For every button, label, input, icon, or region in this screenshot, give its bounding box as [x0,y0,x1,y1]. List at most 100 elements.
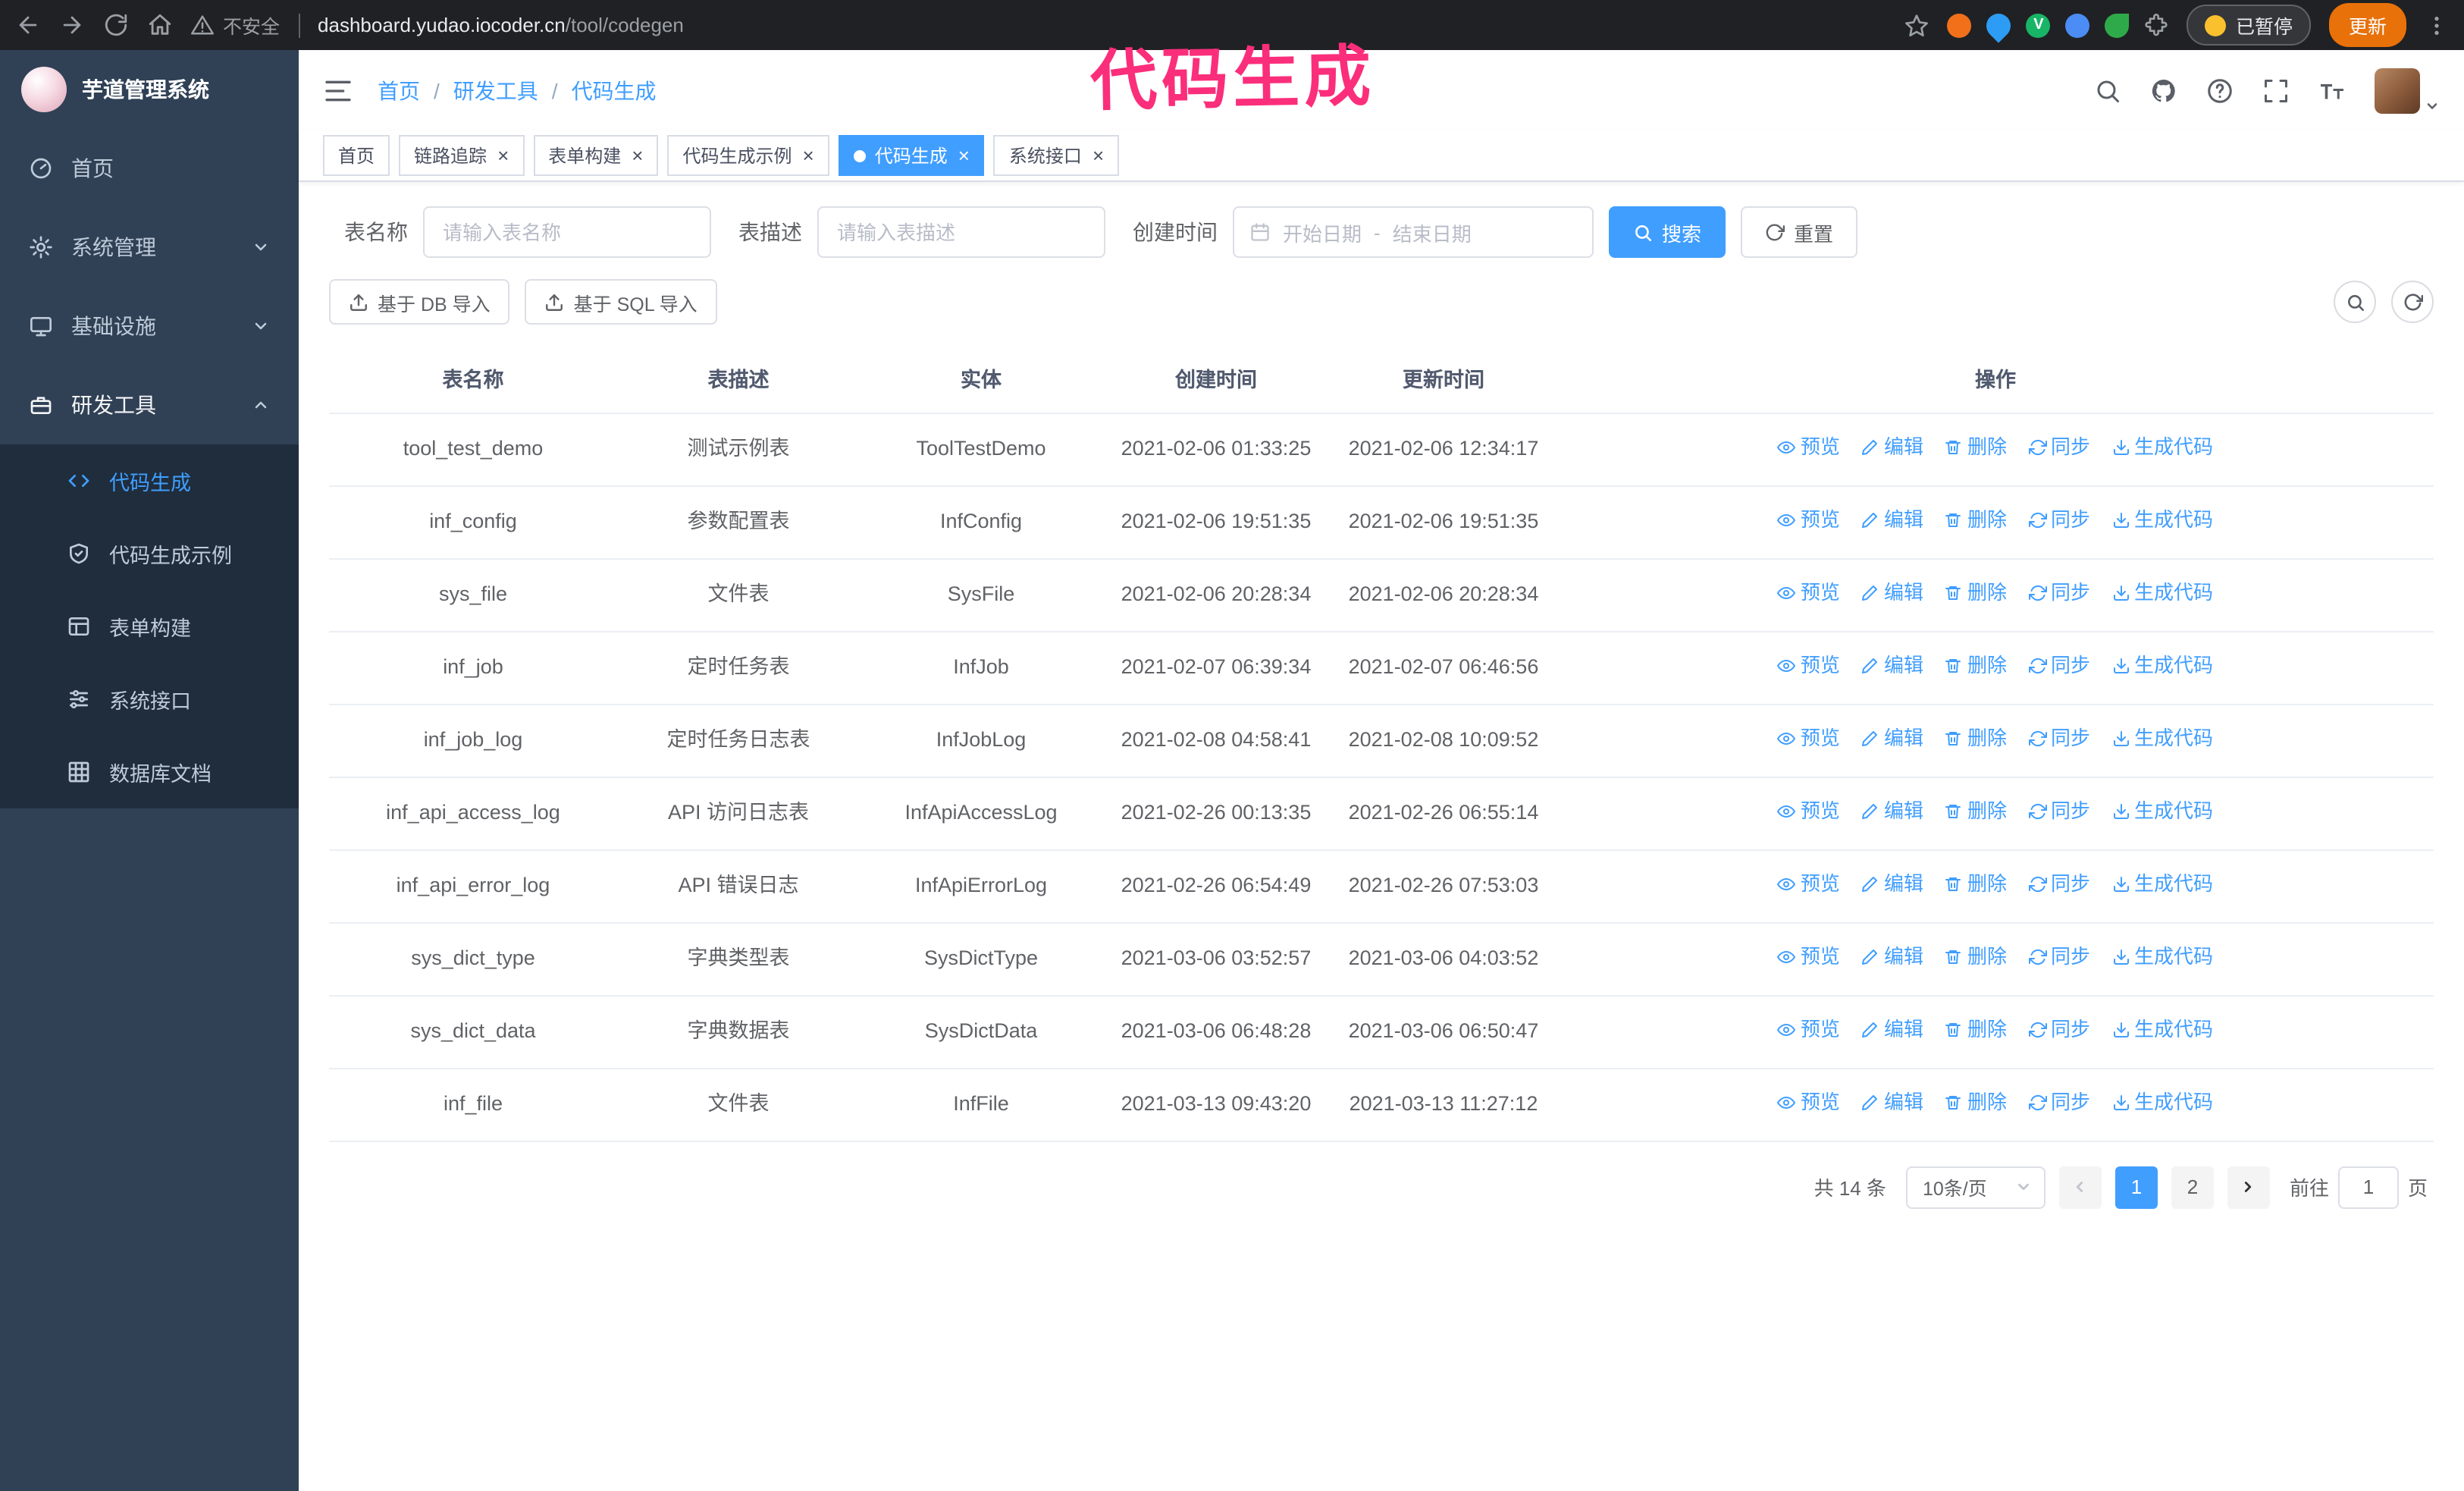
generate-link[interactable]: 生成代码 [2111,1088,2213,1118]
sidebar-item-codegen-example[interactable]: 代码生成示例 [0,517,299,590]
breadcrumb-home[interactable]: 首页 [378,75,420,105]
sidebar-logo[interactable]: 芋道管理系统 [0,50,299,129]
sync-link[interactable]: 同步 [2028,1015,2090,1045]
back-icon[interactable] [15,12,41,38]
tab-代码生成示例[interactable]: 代码生成示例 × [667,135,829,176]
search-button[interactable]: 搜索 [1609,206,1726,258]
tab-链路追踪[interactable]: 链路追踪 × [399,135,525,176]
security-indicator[interactable]: 不安全 [191,11,280,39]
tab-表单构建[interactable]: 表单构建 × [533,135,659,176]
preview-link[interactable]: 预览 [1777,796,1840,827]
reload-icon[interactable] [103,12,129,38]
preview-link[interactable]: 预览 [1777,869,1840,899]
edit-link[interactable]: 编辑 [1861,942,1923,972]
date-range-picker[interactable]: 开始日期 - 结束日期 [1233,206,1594,258]
sidebar-item-infra[interactable]: 基础设施 [0,287,299,366]
address-bar[interactable]: dashboard.yudao.iocoder.cn/tool/codegen [318,14,1887,36]
delete-link[interactable]: 删除 [1945,796,2007,827]
sidebar-item-db-docs[interactable]: 数据库文档 [0,736,299,808]
sidebar-item-system-api[interactable]: 系统接口 [0,663,299,736]
tab-close-icon[interactable]: × [1092,146,1104,165]
sync-link[interactable]: 同步 [2028,578,2090,608]
user-menu[interactable] [2375,67,2440,113]
tab-代码生成[interactable]: 代码生成 × [838,135,985,176]
generate-link[interactable]: 生成代码 [2111,432,2213,463]
tab-close-icon[interactable]: × [497,146,509,165]
goto-page-input[interactable] [2337,1166,2399,1209]
edit-link[interactable]: 编辑 [1861,432,1923,463]
update-button[interactable]: 更新 [2328,3,2406,47]
extension-people-icon[interactable] [2065,13,2090,37]
tab-首页[interactable]: 首页 [323,135,390,176]
delete-link[interactable]: 删除 [1945,578,2007,608]
generate-link[interactable]: 生成代码 [2111,869,2213,899]
sidebar-item-devtools[interactable]: 研发工具 [0,366,299,444]
table-desc-input[interactable] [817,206,1105,258]
reset-button[interactable]: 重置 [1741,206,1858,258]
generate-link[interactable]: 生成代码 [2111,724,2213,754]
page-size-select[interactable]: 10条/页 [1905,1166,2045,1209]
import-db-button[interactable]: 基于 DB 导入 [329,279,510,325]
preview-link[interactable]: 预览 [1777,505,1840,535]
generate-link[interactable]: 生成代码 [2111,942,2213,972]
sync-link[interactable]: 同步 [2028,942,2090,972]
sync-link[interactable]: 同步 [2028,432,2090,463]
home-icon[interactable] [147,12,173,38]
delete-link[interactable]: 删除 [1945,505,2007,535]
paused-badge[interactable]: 已暂停 [2187,5,2311,46]
sync-link[interactable]: 同步 [2028,724,2090,754]
delete-link[interactable]: 删除 [1945,1015,2007,1045]
preview-link[interactable]: 预览 [1777,724,1840,754]
sync-link[interactable]: 同步 [2028,869,2090,899]
generate-link[interactable]: 生成代码 [2111,796,2213,827]
import-sql-button[interactable]: 基于 SQL 导入 [525,279,717,325]
sidebar-item-home[interactable]: 首页 [0,129,299,208]
preview-link[interactable]: 预览 [1777,942,1840,972]
bookmark-star-icon[interactable] [1905,13,1930,37]
extensions-puzzle-icon[interactable] [2145,13,2169,37]
sync-link[interactable]: 同步 [2028,651,2090,681]
tab-close-icon[interactable]: × [958,146,970,165]
forward-icon[interactable] [59,12,85,38]
sync-link[interactable]: 同步 [2028,505,2090,535]
github-icon[interactable] [2150,77,2177,104]
table-name-input[interactable] [423,206,711,258]
extension-shield-icon[interactable] [1947,13,1972,37]
delete-link[interactable]: 删除 [1945,432,2007,463]
generate-link[interactable]: 生成代码 [2111,651,2213,681]
preview-link[interactable]: 预览 [1777,651,1840,681]
fullscreen-icon[interactable] [2262,77,2290,104]
search-icon[interactable] [2094,77,2121,104]
edit-link[interactable]: 编辑 [1861,869,1923,899]
generate-link[interactable]: 生成代码 [2111,578,2213,608]
extension-drop-icon[interactable] [1982,8,2017,42]
generate-link[interactable]: 生成代码 [2111,505,2213,535]
browser-menu-icon[interactable] [2425,13,2449,37]
preview-link[interactable]: 预览 [1777,1015,1840,1045]
edit-link[interactable]: 编辑 [1861,505,1923,535]
delete-link[interactable]: 删除 [1945,869,2007,899]
delete-link[interactable]: 删除 [1945,942,2007,972]
breadcrumb-devtools[interactable]: 研发工具 [453,75,538,105]
font-size-icon[interactable] [2318,77,2346,104]
delete-link[interactable]: 删除 [1945,724,2007,754]
refresh-table-button[interactable] [2391,281,2434,323]
sync-link[interactable]: 同步 [2028,796,2090,827]
delete-link[interactable]: 删除 [1945,651,2007,681]
page-button-1[interactable]: 1 [2114,1166,2158,1209]
sidebar-item-system[interactable]: 系统管理 [0,208,299,287]
sidebar-item-form-builder[interactable]: 表单构建 [0,590,299,663]
prev-page-button[interactable] [2058,1166,2102,1209]
tab-系统接口[interactable]: 系统接口 × [993,135,1120,176]
page-button-2[interactable]: 2 [2171,1166,2214,1209]
preview-link[interactable]: 预览 [1777,432,1840,463]
tab-close-icon[interactable]: × [803,146,814,165]
delete-link[interactable]: 删除 [1945,1088,2007,1118]
generate-link[interactable]: 生成代码 [2111,1015,2213,1045]
extension-check-icon[interactable]: V [2026,13,2051,37]
extension-leaf-icon[interactable] [2105,13,2130,37]
preview-link[interactable]: 预览 [1777,1088,1840,1118]
edit-link[interactable]: 编辑 [1861,1015,1923,1045]
preview-link[interactable]: 预览 [1777,578,1840,608]
sidebar-item-codegen[interactable]: 代码生成 [0,444,299,517]
